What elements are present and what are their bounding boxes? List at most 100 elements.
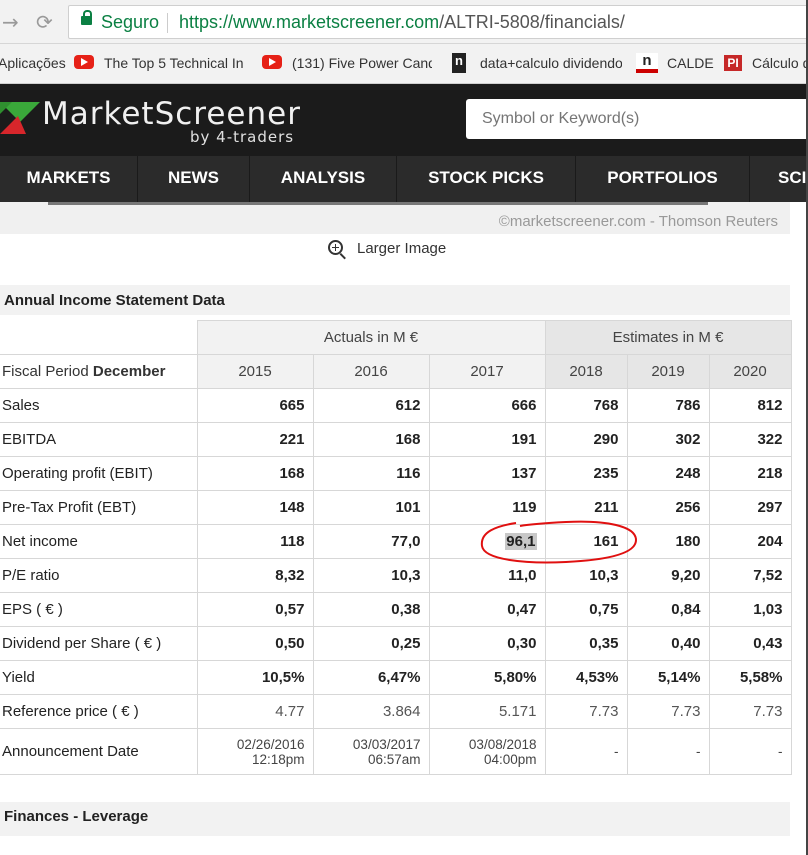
chart-bottom-edge: [48, 202, 708, 205]
table-cell: 297: [708, 490, 792, 525]
row-label[interactable]: Sales: [0, 388, 198, 423]
table-cell: 6,47%: [312, 660, 430, 695]
row-label[interactable]: Net income: [0, 524, 198, 559]
table-cell: 101: [312, 490, 430, 525]
nav-markets[interactable]: MARKETS: [0, 156, 138, 202]
table-cell: 3.864: [312, 694, 430, 729]
nav-stock-picks[interactable]: STOCK PICKS: [397, 156, 576, 202]
bookmark-item[interactable]: The Top 5 Technical In: [104, 55, 246, 71]
table-row: Operating profit (EBIT) 168 116 137 235 248 21…: [0, 456, 792, 491]
table-cell: 218: [708, 456, 792, 491]
announcement-date: -: [544, 728, 628, 775]
bookmark-item[interactable]: CALDE: [667, 55, 714, 71]
announcement-date: 02/26/2016 12:18pm: [196, 728, 314, 775]
actuals-group-label: Actuals in M €: [196, 320, 546, 355]
table-cell: 0,75: [544, 592, 628, 627]
chart-credit: ©marketscreener.com - Thomson Reuters: [498, 213, 778, 230]
table-cell: 0,38: [312, 592, 430, 627]
year-header: 2018: [544, 354, 628, 389]
row-label[interactable]: P/E ratio: [0, 558, 198, 593]
nav-news[interactable]: NEWS: [138, 156, 250, 202]
announcement-date: -: [708, 728, 792, 775]
table-cell: 665: [196, 388, 314, 423]
table-cell: 204: [708, 524, 792, 559]
url-host: https://www.marketscreener.com: [179, 12, 440, 32]
n-logo-icon: n: [636, 53, 658, 73]
table-cell: 235: [544, 456, 628, 491]
chart-footer: ©marketscreener.com - Thomson Reuters: [0, 202, 790, 234]
table-cell: 191: [428, 422, 546, 457]
table-group-header: Actuals in M € Estimates in M €: [0, 320, 792, 355]
table-cell: 248: [626, 456, 710, 491]
row-label[interactable]: Reference price ( € ): [0, 694, 198, 729]
announcement-date: 03/03/2017 06:57am: [312, 728, 430, 775]
table-cell: 148: [196, 490, 314, 525]
table-cell: 768: [544, 388, 628, 423]
table-year-header: Fiscal Period December 2015 2016 2017 20…: [0, 354, 792, 389]
table-cell: 7.73: [626, 694, 710, 729]
row-label[interactable]: EBITDA: [0, 422, 198, 457]
nav-analysis[interactable]: ANALYSIS: [250, 156, 397, 202]
table-cell: 5.171: [428, 694, 546, 729]
reload-icon[interactable]: ⟳: [36, 10, 53, 34]
row-label[interactable]: Dividend per Share ( € ): [0, 626, 198, 661]
larger-image-link[interactable]: Larger Image: [328, 240, 446, 257]
site-logo-text[interactable]: MarketScreener: [42, 96, 301, 132]
table-cell: 137: [428, 456, 546, 491]
search-input[interactable]: [466, 99, 808, 139]
bookmark-item[interactable]: Cálculo d: [752, 55, 808, 71]
table-row: Sales 665 612 666 768 786 812: [0, 388, 792, 423]
address-bar[interactable]: Seguro https://www.marketscreener.com/AL…: [68, 5, 808, 39]
row-label[interactable]: Pre-Tax Profit (EBT): [0, 490, 198, 525]
table-cell: 118: [196, 524, 314, 559]
table-corner: [0, 320, 198, 355]
table-row: Pre-Tax Profit (EBT) 148 101 119 211 256 297: [0, 490, 792, 525]
table-row: Reference price ( € ) 4.77 3.864 5.171 7.73 7…: [0, 694, 792, 729]
table-cell: 0,35: [544, 626, 628, 661]
row-label[interactable]: Operating profit (EBIT): [0, 456, 198, 491]
table-row: EBITDA 221 168 191 290 302 322: [0, 422, 792, 457]
n-logo-icon: n: [452, 53, 466, 73]
table-cell: 7,52: [708, 558, 792, 593]
site-header: MarketScreener by 4-traders: [0, 84, 808, 156]
nav-portfolios[interactable]: PORTFOLIOS: [576, 156, 750, 202]
year-header: 2017: [428, 354, 546, 389]
table-row-announcement: Announcement Date 02/26/2016 12:18pm 03/0…: [0, 728, 792, 775]
table-cell: 1,03: [708, 592, 792, 627]
table-cell: 7.73: [544, 694, 628, 729]
table-body: Sales 665 612 666 768 786 812 EBITDA 221 168 191 29…: [0, 388, 792, 729]
table-cell: 4.77: [196, 694, 314, 729]
table-cell: 221: [196, 422, 314, 457]
income-statement-table: Actuals in M € Estimates in M € Fiscal P…: [0, 320, 792, 775]
row-label: Announcement Date: [0, 728, 198, 775]
table-cell: 7.73: [708, 694, 792, 729]
bookmark-item[interactable]: (131) Five Power Cand: [292, 55, 432, 71]
row-label[interactable]: Yield: [0, 660, 198, 695]
table-cell: 0,50: [196, 626, 314, 661]
youtube-icon: [74, 55, 94, 69]
marketscreener-logo-icon[interactable]: [0, 98, 40, 134]
table-cell: 0,57: [196, 592, 314, 627]
section-title-leverage: Finances - Leverage: [0, 802, 790, 836]
table-cell: 4,53%: [544, 660, 628, 695]
table-row: Net income 118 77,0 96,1 161 180 204: [0, 524, 792, 559]
table-cell: 666: [428, 388, 546, 423]
nav-sci[interactable]: SCI: [750, 156, 808, 202]
table-cell: 77,0: [312, 524, 430, 559]
browser-toolbar: → ⟳ Seguro https://www.marketscreener.co…: [0, 0, 808, 44]
url-text[interactable]: https://www.marketscreener.com/ALTRI-580…: [179, 12, 625, 33]
bookmark-item[interactable]: data+calculo dividendo: [480, 55, 622, 71]
estimates-group-label: Estimates in M €: [544, 320, 792, 355]
larger-image-label: Larger Image: [357, 240, 447, 257]
table-cell: 812: [708, 388, 792, 423]
table-cell: 116: [312, 456, 430, 491]
bookmark-apps[interactable]: Aplicações: [0, 55, 66, 71]
forward-icon[interactable]: →: [2, 10, 19, 34]
year-header: 2016: [312, 354, 430, 389]
year-header: 2019: [626, 354, 710, 389]
table-cell: 612: [312, 388, 430, 423]
row-label[interactable]: EPS ( € ): [0, 592, 198, 627]
red-annotation-circle: [480, 520, 638, 564]
table-row: EPS ( € ) 0,57 0,38 0,47 0,75 0,84 1,03: [0, 592, 792, 627]
table-cell: 168: [312, 422, 430, 457]
